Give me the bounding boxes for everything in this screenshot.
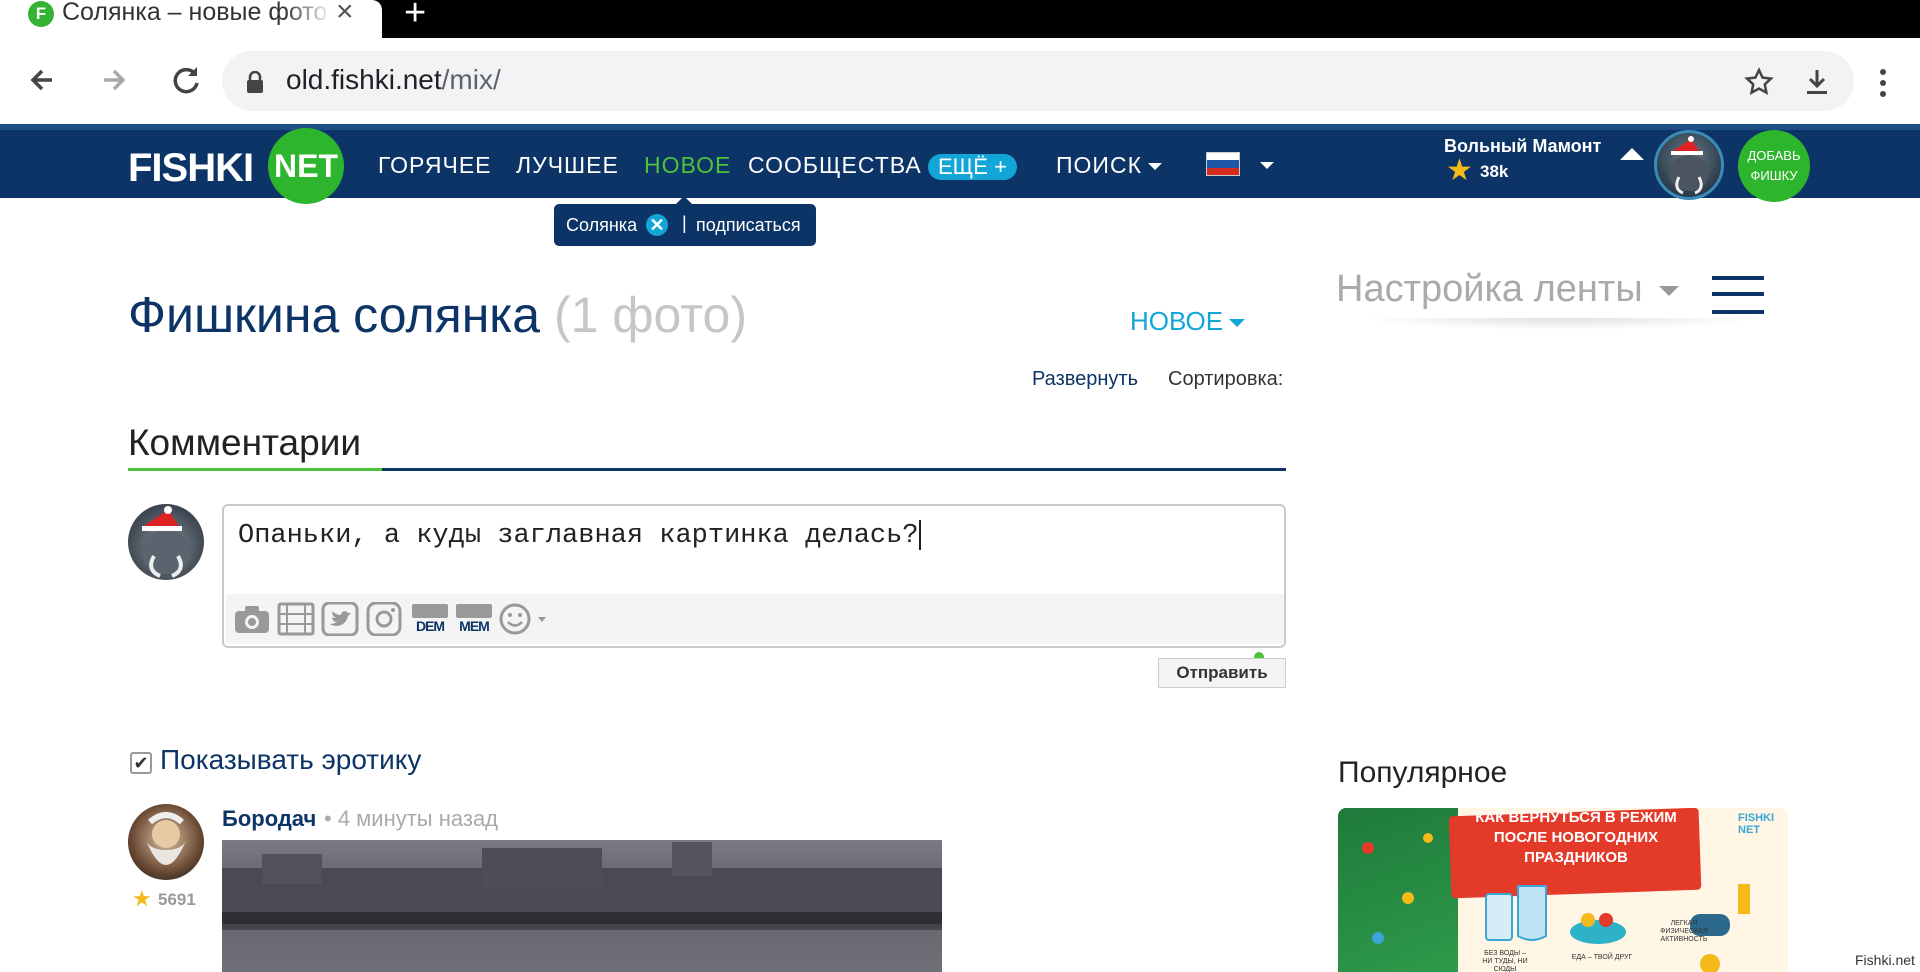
author-name[interactable]: Бородач [222,806,316,832]
nav-best[interactable]: ЛУЧШЕЕ [516,152,619,179]
flag-russia-icon[interactable] [1206,152,1240,176]
add-button-line-1: ДОБАВЬ [1747,148,1801,163]
site-logo[interactable]: FISHKI [128,146,254,191]
popular-logo: FISHKI NET [1738,812,1775,836]
tooltip-label[interactable]: Солянка [566,215,637,236]
tooltip-separator: | [682,213,687,233]
instagram-icon[interactable] [364,602,404,636]
language-chevron-icon[interactable] [1260,162,1274,169]
christmas-tree-picture [1338,808,1458,972]
popular-banner-text: КАК ВЕРНУТЬСЯ В РЕЖИМ ПОСЛЕ НОВОГОДНИХ П… [1475,809,1677,866]
tab-close-icon[interactable]: × [336,0,354,27]
nav-new[interactable]: НОВОЕ [644,152,731,179]
forward-arrow-icon[interactable] [94,60,134,100]
user-rating: 38k [1480,162,1509,181]
popular-caption-2: ЕДА – ТВОЙ ДРУГ [1571,954,1633,961]
comment-field[interactable]: Опаньки, а куды заглавная картинка делас… [222,504,1286,648]
page-title-count: (1 фото) [554,287,747,343]
hamburger-menu-icon[interactable] [1712,276,1764,314]
chevron-down-icon [1658,285,1679,296]
film-icon[interactable] [276,602,316,636]
mem-icon[interactable]: MEM [454,602,494,636]
nav-search[interactable]: ПОИСК [1056,152,1162,179]
rating-star-icon: ★ [132,886,152,911]
feed-settings-label: Настройка ленты [1336,268,1643,310]
comment-text[interactable]: Опаньки, а куды заглавная картинка делас… [238,520,921,551]
browser-toolbar: old.fishki.net/mix/ [0,38,1920,124]
menu-dots-icon[interactable] [1878,68,1888,98]
chevron-down-icon [1147,163,1162,171]
rating-star-icon: ★ [1446,154,1473,187]
dem-icon[interactable]: DEM [410,602,450,636]
mammoth-avatar-icon [1669,136,1709,195]
feed-settings-dropdown[interactable]: Настройка ленты [1336,268,1679,311]
address-bar[interactable]: old.fishki.net/mix/ [222,51,1854,111]
bearded-man-avatar-icon [146,812,186,865]
community-tooltip: Солянка ✕ | подписаться [554,196,816,246]
lock-icon [247,71,263,93]
nav-communities[interactable]: СООБЩЕСТВА [748,152,922,179]
nav-hot[interactable]: ГОРЯЧЕЕ [378,152,492,179]
add-post-button[interactable]: ДОБАВЬ ФИШКУ [1738,130,1810,202]
sort-label: Сортировка: [1168,368,1284,390]
dem-label: DEM [415,618,445,634]
post-image[interactable] [222,840,942,972]
watermark: Fishki.net [1855,952,1915,968]
subscribe-link[interactable]: подписаться [696,215,801,236]
browser-tab[interactable]: F Солянка – новые фото и картинки × [0,0,382,38]
camera-icon[interactable] [232,602,272,636]
tree-decoration-icon [1362,833,1433,944]
twitter-icon[interactable] [320,602,360,636]
author-rating: 5691 [158,890,196,909]
popular-caption-1: БЕЗ ВОДЫ – НИ ТУДЫ, НИ СЮДЫ [1482,950,1528,972]
close-icon[interactable]: ✕ [646,214,668,236]
tab-title: Солянка – новые фото и картинки [62,0,332,26]
reload-icon[interactable] [166,60,206,100]
site-header: FISHKI NET ГОРЯЧЕЕ ЛУЧШЕЕ НОВОЕ СООБЩЕСТ… [0,124,1920,204]
post-image-picture [222,842,942,972]
popular-post-image[interactable]: КАК ВЕРНУТЬСЯ В РЕЖИМ ПОСЛЕ НОВОГОДНИХ П… [1338,808,1788,972]
logo-net-badge[interactable]: NET [268,128,344,204]
add-button-line-2: ФИШКУ [1750,168,1798,183]
mammoth-avatar-icon [142,506,190,578]
new-tab-icon[interactable]: + [404,0,426,32]
feed-settings-shadow [1360,318,1760,330]
popular-caption-3: ЛЕГКАЯ ФИЗИЧЕСКАЯ АКТИВНОСТЬ [1660,920,1708,943]
back-arrow-icon[interactable] [22,60,62,100]
sort-dropdown[interactable]: НОВОЕ [1130,306,1246,337]
comments-heading: Комментарии [128,422,362,463]
show-erotic-label[interactable]: Показывать эротику [160,744,421,776]
avatar[interactable] [128,504,204,580]
download-icon[interactable] [1802,67,1832,97]
url-text: old.fishki.net/mix/ [286,64,501,95]
show-erotic-checkbox[interactable]: ✔ [130,752,152,774]
page-title: Фишкина солянка (1 фото) [128,286,747,344]
expand-link[interactable]: Развернуть [1032,368,1138,391]
emoji-icon[interactable] [498,602,554,636]
nav-more-button[interactable]: ЕЩЁ + [928,154,1017,180]
star-icon[interactable] [1744,67,1774,97]
mem-label: MEM [459,618,490,634]
collapse-up-icon[interactable] [1620,148,1644,160]
nav-search-label: ПОИСК [1056,152,1142,178]
favicon-icon: F [28,1,54,27]
page-title-text: Фишкина солянка [128,287,541,343]
popular-heading: Популярное [1338,756,1508,789]
comments-divider-accent [128,468,382,471]
avatar[interactable] [1654,130,1724,200]
comment-toolbar: DEM MEM [226,594,1284,644]
sort-value: НОВОЕ [1130,306,1224,336]
avatar[interactable] [128,804,204,880]
send-button[interactable]: Отправить [1158,658,1286,688]
post-time: • 4 минуты назад [324,806,499,831]
chevron-down-icon [1229,319,1246,328]
browser-tab-bar: F Солянка – новые фото и картинки × + [0,0,1920,38]
